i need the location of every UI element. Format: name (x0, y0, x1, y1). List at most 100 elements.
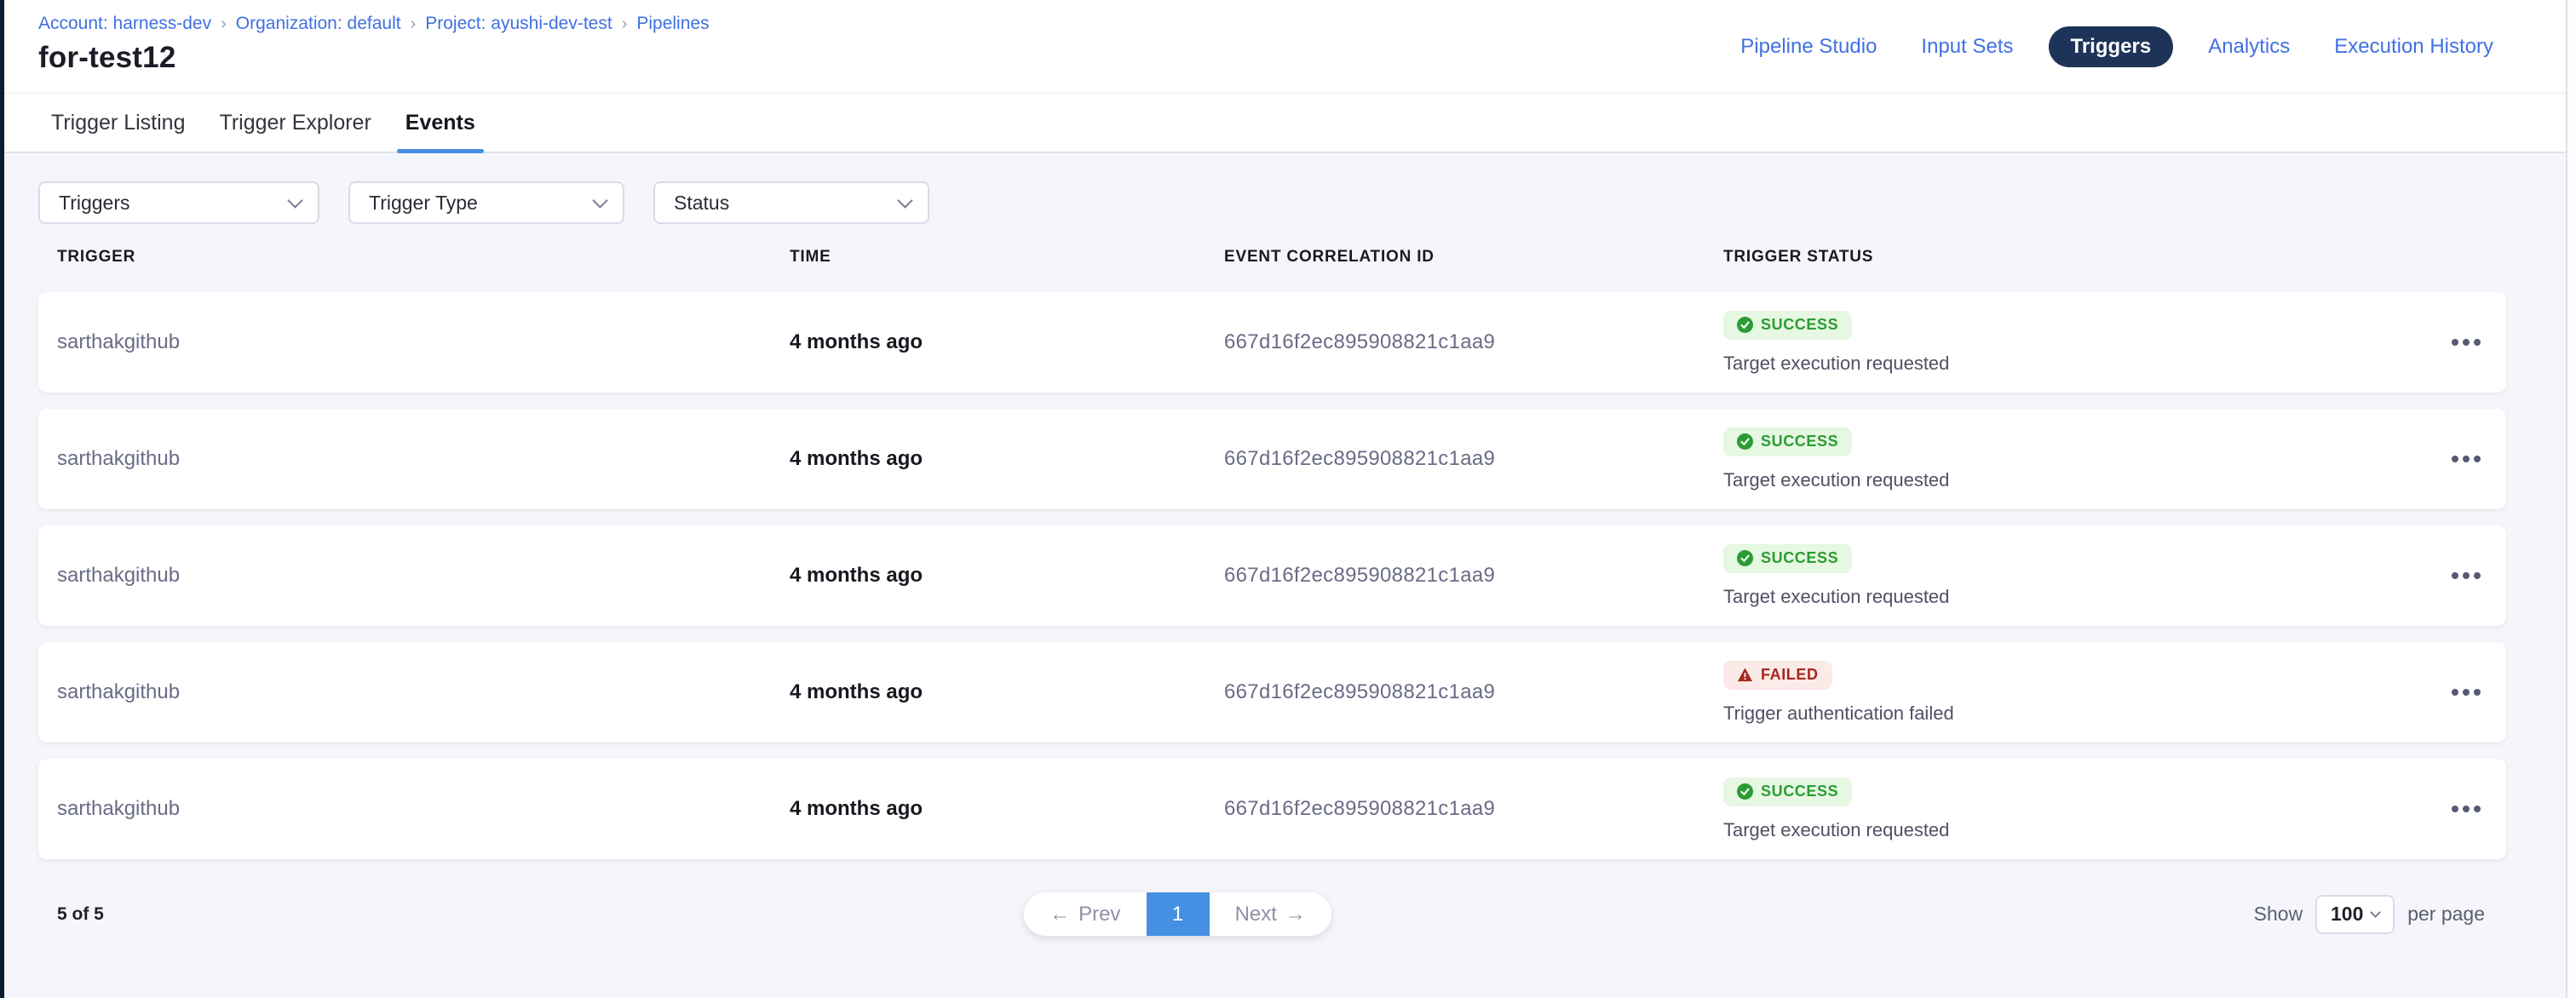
warning-triangle-icon (1737, 667, 1753, 683)
show-label: Show (2254, 903, 2303, 926)
trigger-name: sarthakgithub (57, 680, 790, 704)
check-circle-icon (1737, 550, 1753, 566)
nav-execution-history[interactable]: Execution History (2325, 35, 2503, 59)
trigger-status-cell: SUCCESS Target execution requested (1710, 544, 2447, 608)
arrow-right-icon: → (1285, 903, 1306, 926)
breadcrumb-organization[interactable]: Organization: default (236, 14, 401, 34)
column-header-trigger: TRIGGER (57, 248, 790, 267)
nav-pipeline-studio[interactable]: Pipeline Studio (1731, 35, 1886, 59)
trigger-status-cell: SUCCESS Target execution requested (1710, 311, 2447, 375)
status-badge-label: SUCCESS (1761, 549, 1838, 567)
trigger-type-filter-dropdown[interactable]: Trigger Type (348, 181, 624, 224)
breadcrumb-separator-icon: › (622, 14, 628, 34)
event-correlation-id: 667d16f2ec895908821c1aa9 (1224, 447, 1710, 471)
trigger-name: sarthakgithub (57, 447, 790, 471)
row-menu-button[interactable] (2447, 447, 2486, 471)
chevron-down-icon (592, 192, 607, 208)
row-menu-button[interactable] (2447, 797, 2486, 821)
table-header: TRIGGER TIME EVENT CORRELATION ID TRIGGE… (38, 248, 2506, 267)
row-menu-button[interactable] (2447, 564, 2486, 588)
chevron-down-icon (897, 192, 912, 208)
trigger-name: sarthakgithub (57, 330, 790, 354)
row-menu-button[interactable] (2447, 680, 2486, 704)
page-size-value: 100 (2331, 903, 2363, 926)
pager: ← Prev 1 Next → (1024, 892, 1331, 936)
pagination-bar: 5 of 5 ← Prev 1 Next → Show 100 per pa (38, 892, 2506, 936)
status-message: Target execution requested (1723, 586, 2447, 608)
status-message: Target execution requested (1723, 819, 2447, 841)
breadcrumb-separator-icon: › (221, 14, 227, 34)
status-badge: FAILED (1723, 661, 1832, 690)
status-badge-label: SUCCESS (1761, 433, 1838, 450)
breadcrumb-separator-icon: › (411, 14, 417, 34)
nav-triggers[interactable]: Triggers (2049, 26, 2174, 67)
pagination-summary: 5 of 5 (38, 904, 104, 925)
status-filter-dropdown[interactable]: Status (653, 181, 929, 224)
event-correlation-id: 667d16f2ec895908821c1aa9 (1224, 564, 1710, 588)
table-row[interactable]: sarthakgithub 4 months ago 667d16f2ec895… (38, 642, 2506, 743)
triggers-filter-dropdown[interactable]: Triggers (38, 181, 319, 224)
chevron-down-icon (287, 192, 302, 208)
event-time: 4 months ago (790, 564, 1224, 588)
table-row[interactable]: sarthakgithub 4 months ago 667d16f2ec895… (38, 292, 2506, 393)
module-nav: Pipeline Studio Input Sets Triggers Anal… (1731, 0, 2503, 94)
event-time: 4 months ago (790, 330, 1224, 354)
event-time: 4 months ago (790, 680, 1224, 704)
tab-trigger-explorer[interactable]: Trigger Explorer (210, 94, 379, 152)
column-header-trigger-status: TRIGGER STATUS (1710, 248, 2447, 267)
next-page-button[interactable]: Next → (1210, 892, 1332, 936)
chevron-down-icon (2371, 907, 2382, 918)
status-badge-label: SUCCESS (1761, 316, 1838, 334)
table-row[interactable]: sarthakgithub 4 months ago 667d16f2ec895… (38, 525, 2506, 626)
status-badge-label: SUCCESS (1761, 783, 1838, 800)
status-badge: SUCCESS (1723, 311, 1852, 340)
nav-input-sets[interactable]: Input Sets (1912, 35, 2022, 59)
check-circle-icon (1737, 317, 1753, 333)
tab-bar: Trigger Listing Trigger Explorer Events (4, 94, 2566, 153)
current-page-button[interactable]: 1 (1147, 892, 1210, 936)
event-time: 4 months ago (790, 447, 1224, 471)
filter-bar: Triggers Trigger Type Status (38, 181, 2506, 224)
sidebar-edge (0, 0, 4, 998)
status-badge: SUCCESS (1723, 777, 1852, 806)
column-header-time: TIME (790, 248, 1224, 267)
check-circle-icon (1737, 783, 1753, 800)
event-correlation-id: 667d16f2ec895908821c1aa9 (1224, 680, 1710, 704)
trigger-status-cell: SUCCESS Target execution requested (1710, 777, 2447, 841)
status-badge: SUCCESS (1723, 544, 1852, 573)
page-size-control: Show 100 per page (2254, 895, 2506, 934)
tab-trigger-listing[interactable]: Trigger Listing (43, 94, 193, 152)
triggers-filter-label: Triggers (59, 192, 130, 215)
breadcrumb-pipelines[interactable]: Pipelines (636, 14, 709, 34)
window-right-gutter (2567, 0, 2576, 998)
status-message: Target execution requested (1723, 469, 2447, 491)
table-body: sarthakgithub 4 months ago 667d16f2ec895… (38, 292, 2506, 859)
trigger-status-cell: SUCCESS Target execution requested (1710, 427, 2447, 491)
trigger-status-cell: FAILED Trigger authentication failed (1710, 661, 2447, 725)
trigger-name: sarthakgithub (57, 564, 790, 588)
breadcrumb-account[interactable]: Account: harness-dev (38, 14, 211, 34)
tab-events[interactable]: Events (397, 94, 484, 152)
status-message: Trigger authentication failed (1723, 703, 2447, 725)
table-row[interactable]: sarthakgithub 4 months ago 667d16f2ec895… (38, 759, 2506, 859)
check-circle-icon (1737, 433, 1753, 450)
status-filter-label: Status (674, 192, 729, 215)
page-size-dropdown[interactable]: 100 (2315, 895, 2395, 934)
prev-label: Prev (1078, 903, 1120, 926)
event-correlation-id: 667d16f2ec895908821c1aa9 (1224, 797, 1710, 821)
prev-page-button[interactable]: ← Prev (1024, 892, 1147, 936)
status-badge-label: FAILED (1761, 666, 1819, 684)
breadcrumb-project[interactable]: Project: ayushi-dev-test (425, 14, 612, 34)
page-header: Account: harness-dev › Organization: def… (4, 0, 2566, 94)
event-correlation-id: 667d16f2ec895908821c1aa9 (1224, 330, 1710, 354)
row-menu-button[interactable] (2447, 330, 2486, 354)
per-page-label: per page (2407, 903, 2485, 926)
status-badge: SUCCESS (1723, 427, 1852, 456)
app-root: Account: harness-dev › Organization: def… (4, 0, 2566, 998)
table-row[interactable]: sarthakgithub 4 months ago 667d16f2ec895… (38, 409, 2506, 509)
nav-analytics[interactable]: Analytics (2199, 35, 2299, 59)
column-header-event-correlation-id: EVENT CORRELATION ID (1224, 248, 1710, 267)
arrow-left-icon: ← (1049, 903, 1070, 926)
content-area: Triggers Trigger Type Status TRIGGER TIM… (4, 153, 2566, 998)
next-label: Next (1235, 903, 1277, 926)
